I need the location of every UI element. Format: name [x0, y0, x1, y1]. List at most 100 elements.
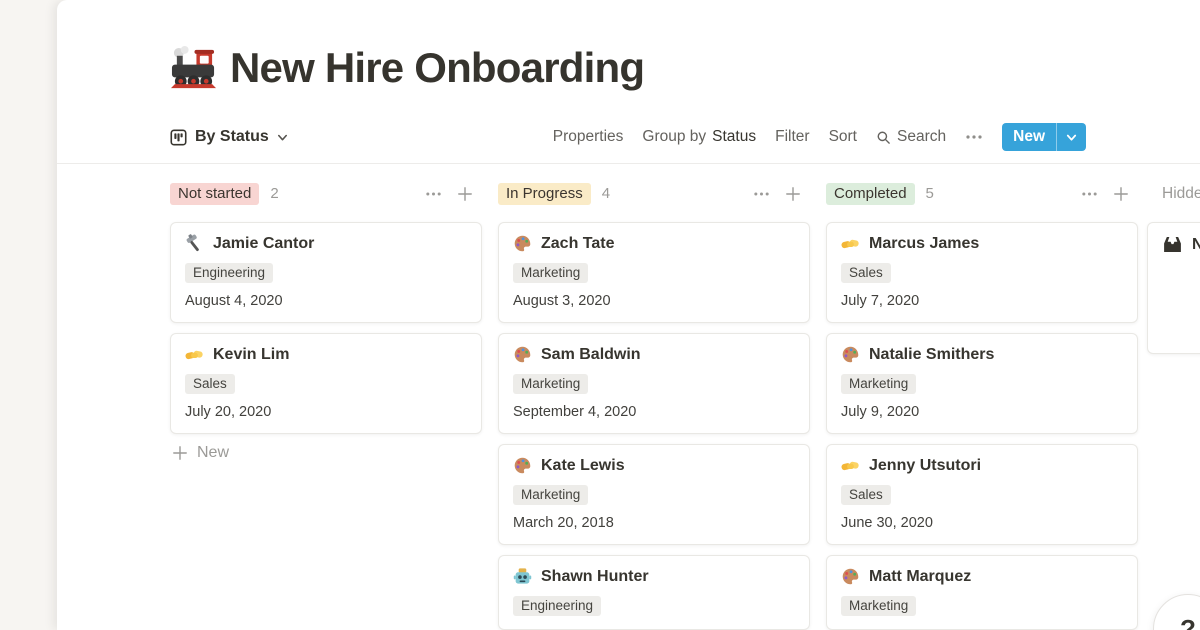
properties-button[interactable]: Properties — [553, 128, 624, 146]
column-count: 5 — [926, 185, 934, 202]
palette-emoji-icon — [841, 345, 860, 364]
palette-emoji-icon — [513, 345, 532, 364]
card-department-tag: Marketing — [513, 263, 588, 283]
column-status-tag[interactable]: In Progress — [498, 183, 591, 205]
view-toolbar: By Status Properties Group byStatus Filt… — [170, 122, 1086, 152]
card-date: August 3, 2020 — [513, 293, 795, 309]
board-card[interactable]: Sam Baldwin Marketing September 4, 2020 — [498, 333, 810, 434]
new-button-label: New — [1002, 128, 1056, 146]
robot-emoji-icon — [513, 567, 532, 586]
board-card[interactable]: Kevin Lim Sales July 20, 2020 — [170, 333, 482, 434]
board-card[interactable]: Jenny Utsutori Sales June 30, 2020 — [826, 444, 1138, 545]
handshake-emoji-icon — [841, 234, 860, 253]
chevron-down-icon — [277, 132, 288, 143]
card-name: Sam Baldwin — [541, 346, 641, 364]
search-label: Search — [897, 128, 946, 146]
column-not-started: Not started 2 Jamie Cantor Engineering A… — [170, 182, 482, 630]
locomotive-emoji-icon[interactable] — [170, 45, 217, 92]
kanban-board: Not started 2 Jamie Cantor Engineering A… — [170, 182, 1138, 630]
card-date: July 20, 2020 — [185, 404, 467, 420]
app-viewport: New Hire Onboarding By Status Properties… — [0, 0, 1200, 630]
card-name: Jenny Utsutori — [869, 457, 981, 475]
card-name: Kevin Lim — [213, 346, 289, 364]
column-add-button[interactable] — [1113, 186, 1129, 202]
card-department-tag: Engineering — [513, 596, 601, 616]
card-name: Shawn Hunter — [541, 568, 649, 586]
column-count: 4 — [602, 185, 610, 202]
search-button[interactable]: Search — [876, 128, 946, 146]
card-date: June 30, 2020 — [841, 515, 1123, 531]
column-more-button[interactable] — [1081, 191, 1098, 197]
card-date: March 20, 2018 — [513, 515, 795, 531]
column-header: Completed 5 — [826, 182, 1138, 205]
card-name: Zach Tate — [541, 235, 615, 253]
column-cards: Jamie Cantor Engineering August 4, 2020 … — [170, 222, 482, 462]
page-header: New Hire Onboarding — [170, 44, 644, 92]
view-switcher[interactable]: By Status — [170, 128, 288, 146]
new-button[interactable]: New — [1002, 123, 1086, 151]
card-department-tag: Marketing — [513, 374, 588, 394]
card-date: July 9, 2020 — [841, 404, 1123, 420]
card-department-tag: Marketing — [841, 374, 916, 394]
card-name: Natalie Smithers — [869, 346, 994, 364]
board-card[interactable]: Marcus James Sales July 7, 2020 — [826, 222, 1138, 323]
handshake-emoji-icon — [841, 456, 860, 475]
column-header: Not started 2 — [170, 182, 482, 205]
card-name: Kate Lewis — [541, 457, 625, 475]
column-add-button[interactable] — [457, 186, 473, 202]
card-department-tag: Sales — [841, 485, 891, 505]
card-department-tag: Sales — [185, 374, 235, 394]
column-cards: Marcus James Sales July 7, 2020 Natalie … — [826, 222, 1138, 630]
new-chevron-down-icon[interactable] — [1057, 132, 1086, 143]
column-in-progress: In Progress 4 Zach Tate Marketing August… — [498, 182, 810, 630]
add-card-label: New — [197, 444, 229, 462]
card-date: August 4, 2020 — [185, 293, 467, 309]
add-card-button[interactable]: New — [170, 444, 482, 462]
hidden-column-card[interactable]: N — [1147, 222, 1200, 354]
help-button[interactable]: ? — [1153, 594, 1200, 630]
column-more-button[interactable] — [753, 191, 770, 197]
column-completed: Completed 5 Marcus James Sales July 7, 2… — [826, 182, 1138, 630]
group-by-label: Group by — [642, 128, 706, 146]
column-count: 2 — [270, 185, 278, 202]
column-add-button[interactable] — [785, 186, 801, 202]
search-icon — [876, 130, 891, 145]
column-more-button[interactable] — [425, 191, 442, 197]
column-cards: Zach Tate Marketing August 3, 2020 Sam B… — [498, 222, 810, 630]
hammer-emoji-icon — [185, 234, 204, 253]
hidden-columns-toggle[interactable]: Hidden columns — [1162, 185, 1200, 203]
inbox-emoji-icon — [1162, 234, 1183, 255]
board-card[interactable]: Natalie Smithers Marketing July 9, 2020 — [826, 333, 1138, 434]
more-options-button[interactable] — [965, 134, 983, 140]
card-date: July 7, 2020 — [841, 293, 1123, 309]
group-by-button[interactable]: Group byStatus — [642, 128, 756, 146]
card-name: Jamie Cantor — [213, 235, 314, 253]
card-name: Matt Marquez — [869, 568, 971, 586]
board-card[interactable]: Matt Marquez Marketing — [826, 555, 1138, 630]
board-card[interactable]: Zach Tate Marketing August 3, 2020 — [498, 222, 810, 323]
sort-button[interactable]: Sort — [829, 128, 857, 146]
toolbar-actions: Properties Group byStatus Filter Sort Se… — [553, 123, 1086, 151]
palette-emoji-icon — [841, 567, 860, 586]
palette-emoji-icon — [513, 234, 532, 253]
column-header: In Progress 4 — [498, 182, 810, 205]
card-name: Marcus James — [869, 235, 979, 253]
page-title[interactable]: New Hire Onboarding — [230, 44, 644, 92]
board-view-icon — [170, 129, 187, 146]
palette-emoji-icon — [513, 456, 532, 475]
handshake-emoji-icon — [185, 345, 204, 364]
column-status-tag[interactable]: Not started — [170, 183, 259, 205]
ellipsis-icon — [965, 134, 983, 140]
filter-button[interactable]: Filter — [775, 128, 809, 146]
board-card[interactable]: Shawn Hunter Engineering — [498, 555, 810, 630]
plus-icon — [172, 445, 188, 461]
card-department-tag: Engineering — [185, 263, 273, 283]
board-card[interactable]: Kate Lewis Marketing March 20, 2018 — [498, 444, 810, 545]
card-date: September 4, 2020 — [513, 404, 795, 420]
toolbar-divider — [57, 163, 1200, 164]
card-name: N — [1192, 236, 1200, 254]
view-label: By Status — [195, 128, 269, 146]
help-label: ? — [1180, 614, 1196, 630]
board-card[interactable]: Jamie Cantor Engineering August 4, 2020 — [170, 222, 482, 323]
column-status-tag[interactable]: Completed — [826, 183, 915, 205]
